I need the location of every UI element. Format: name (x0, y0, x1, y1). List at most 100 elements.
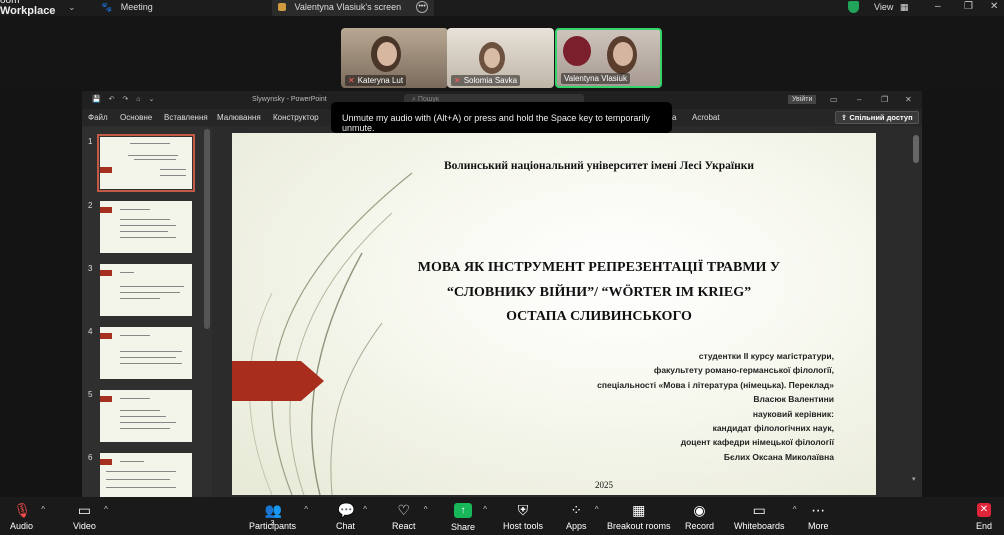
tab-draw[interactable]: Малювання (217, 113, 261, 122)
thumb-arrow (100, 167, 112, 174)
close-icon[interactable]: ✕ (990, 1, 998, 12)
chat-button[interactable]: 💬 Chat ^ (336, 502, 367, 531)
thumb-line (120, 298, 160, 299)
slide-thumbnail[interactable]: 3 (88, 264, 192, 316)
current-slide[interactable]: Волинський національний університет імен… (232, 133, 876, 495)
slide-number: 4 (88, 327, 93, 336)
thumb-line (160, 175, 186, 176)
more-button[interactable]: ⋯ More (808, 503, 829, 531)
slide-title-line1: МОВА ЯК ІНСТРУМЕНТ РЕПРЕЗЕНТАЦІЇ ТРАВМИ … (417, 260, 781, 275)
chevron-up-icon[interactable]: ^ (304, 505, 308, 514)
tab-home[interactable]: Основне (120, 113, 152, 122)
video-tile-kateryna[interactable]: ✕ Kateryna Lut (341, 28, 448, 88)
university-logo-icon (563, 36, 591, 66)
slide-scrollbar[interactable]: ▾ (912, 133, 920, 493)
ppt-minimize-icon[interactable]: – (857, 95, 861, 104)
end-button[interactable]: ✕ End (976, 503, 992, 531)
slide-number: 1 (88, 137, 93, 146)
video-tile-solomia[interactable]: ✕ Solomia Savka (447, 28, 554, 88)
end-x-icon: ✕ (977, 503, 991, 517)
participant-face (377, 42, 397, 66)
scrollbar-thumb[interactable] (913, 135, 919, 163)
share-screen-button[interactable]: ↑ Share ^ (451, 503, 487, 532)
more-options-icon[interactable]: ••• (416, 1, 428, 13)
participant-strip: ✕ Kateryna Lut ✕ Solomia Savka Valentyna V… (0, 16, 1004, 90)
chat-bubble-icon: 💬 (337, 502, 355, 518)
thumb-arrow (100, 459, 112, 465)
thumb-line (120, 219, 170, 220)
author-line: Бєлих Оксана Миколаївна (723, 452, 834, 462)
tab-partial-2[interactable]: а (672, 113, 676, 122)
thumb-line (128, 155, 178, 156)
minimize-icon[interactable]: – (935, 1, 941, 12)
thumb-line (120, 351, 182, 352)
quick-access-toolbar[interactable]: 💾 ↶ ↷ ⌂ ⌄ (92, 95, 157, 103)
thumb-line (120, 363, 182, 364)
chevron-up-icon[interactable]: ^ (595, 505, 599, 514)
breakout-rooms-button[interactable]: ▦ Breakout rooms (607, 503, 671, 531)
participant-name: ✕ Solomia Savka (451, 75, 521, 86)
breakout-grid-icon: ▦ (632, 502, 646, 518)
chevron-up-icon[interactable]: ^ (41, 505, 45, 514)
security-shield-icon[interactable] (848, 1, 859, 13)
brand-chevron-down-icon[interactable]: ⌄ (68, 2, 76, 13)
view-button[interactable]: View ▦ (874, 2, 908, 13)
slide-thumbnail[interactable]: 4 (88, 327, 192, 379)
audio-button[interactable]: 🎙 Audio ^ (10, 503, 45, 531)
thumb-line (106, 487, 176, 488)
zoom-title-bar: oom Workplace ⌄ 🐾 Meeting Valentyna Vlas… (0, 0, 1004, 17)
chevron-up-icon[interactable]: ^ (104, 505, 108, 514)
brand-line2: Workplace (0, 5, 56, 17)
whiteboards-button[interactable]: ▭ Whiteboards ^ (734, 503, 797, 531)
restore-icon[interactable]: ❐ (964, 1, 973, 12)
ppt-restore-icon[interactable]: ❐ (881, 95, 888, 104)
video-button[interactable]: ▭ Video ^ (73, 502, 108, 531)
host-tools-label: Host tools (503, 521, 544, 531)
video-tile-valentyna[interactable]: Valentyna Vlasiuk (555, 28, 662, 88)
screen-share-tab[interactable]: Valentyna Vlasiuk's screen (272, 0, 434, 16)
slide-thumbnail[interactable]: 2 (88, 201, 192, 253)
thumbnails-scrollbar[interactable] (204, 129, 210, 329)
ppt-file-name: Slywynsky - PowerPoint (252, 96, 327, 103)
slide-thumbnail[interactable]: 1 (88, 134, 195, 192)
chevron-up-icon[interactable]: ^ (363, 505, 367, 514)
apps-label: Apps (566, 521, 587, 531)
slide-number: 5 (88, 390, 93, 399)
slide-number: 3 (88, 264, 93, 273)
thumb-line (134, 159, 176, 160)
chevron-up-icon[interactable]: ^ (793, 505, 797, 514)
thumb-line (106, 479, 170, 480)
tab-design[interactable]: Конструктор (273, 113, 319, 122)
scroll-down-icon[interactable]: ▾ (912, 475, 916, 483)
share-arrow-icon: ↑ (454, 503, 473, 518)
chevron-up-icon[interactable]: ^ (424, 505, 428, 514)
participants-button[interactable]: 👥3 Participants ^ (249, 503, 308, 531)
audio-label: Audio (10, 521, 34, 531)
heart-icon: ♡ (397, 502, 411, 518)
thumb-line (120, 410, 160, 411)
tab-file[interactable]: Файл (88, 113, 108, 122)
ppt-sign-in-button[interactable]: Увійти (788, 95, 817, 104)
tab-insert[interactable]: Вставлення (164, 113, 208, 122)
thumb-line (120, 225, 176, 226)
slide-thumbnail[interactable]: 5 (88, 390, 192, 442)
end-label: End (976, 521, 993, 531)
slide-number: 2 (88, 201, 93, 210)
slide-year: 2025 (595, 480, 613, 490)
share-access-button[interactable]: ⇪ Спільний доступ (835, 111, 919, 124)
meeting-menu[interactable]: 🐾 Meeting (101, 2, 153, 13)
video-camera-icon: ▭ (77, 502, 92, 518)
record-button[interactable]: ◉ Record (685, 503, 714, 531)
ppt-close-icon[interactable]: ✕ (905, 95, 912, 104)
tab-acrobat[interactable]: Acrobat (692, 113, 720, 122)
chevron-up-icon[interactable]: ^ (483, 505, 487, 514)
host-tools-button[interactable]: ⛨ Host tools (503, 503, 543, 531)
screen-tab-label: Valentyna Vlasiuk's screen (294, 2, 402, 12)
ribbon-display-icon[interactable]: ▭ (830, 95, 838, 104)
thumb-line (120, 398, 150, 399)
react-button[interactable]: ♡ React ^ (392, 502, 428, 531)
slide-thumbnail[interactable]: 6 (88, 453, 192, 497)
apps-button[interactable]: ⁘ Apps ^ (566, 503, 599, 531)
thumb-line (130, 143, 170, 144)
author-line: кандидат філологічних наук, (712, 423, 834, 433)
